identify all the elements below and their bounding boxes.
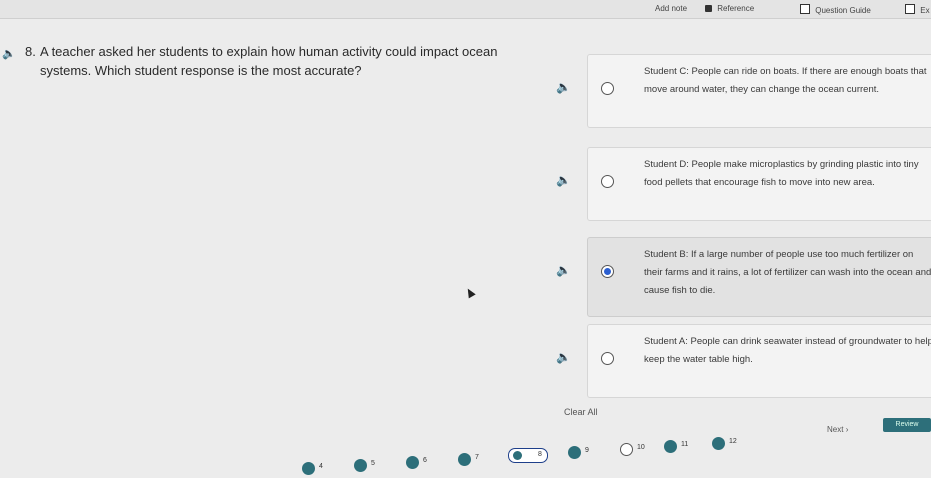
top-toolbar: Add note Reference Question Guide Ex	[0, 0, 931, 19]
answer-choice[interactable]: 🔈 Student A: People can drink seawater i…	[556, 324, 931, 398]
radio-button[interactable]	[601, 82, 614, 95]
speaker-icon[interactable]: 🔈	[556, 350, 571, 364]
nav-number: 5	[371, 460, 375, 467]
review-button[interactable]: Review	[883, 418, 931, 432]
nav-number: 11	[681, 441, 689, 448]
mouse-cursor-icon	[464, 286, 476, 299]
nav-number: 12	[729, 438, 737, 445]
reference-button[interactable]: Reference	[705, 4, 754, 13]
tb-item-label: Ex	[920, 6, 930, 15]
radio-button[interactable]	[601, 352, 614, 365]
tb-item-label: Add note	[655, 4, 688, 13]
question-nav-item[interactable]: 10	[620, 443, 650, 457]
nav-number: 7	[475, 454, 479, 461]
answer-choice[interactable]: 🔈 Student D: People make microplastics b…	[556, 147, 931, 221]
nav-status-icon	[508, 448, 548, 463]
nav-number: 4	[319, 463, 323, 470]
speaker-icon[interactable]: 🔈	[556, 263, 571, 277]
nav-status-icon	[712, 437, 725, 450]
nav-status-icon	[568, 446, 581, 459]
reference-icon	[705, 5, 712, 12]
choice-text: Student D: People make microplastics by …	[644, 159, 919, 188]
question-nav-item[interactable]: 12	[712, 437, 742, 451]
question-nav-item[interactable]: 9	[568, 446, 598, 460]
tb-item-label: Question Guide	[815, 6, 871, 15]
nav-status-icon	[664, 440, 677, 453]
answer-choice[interactable]: 🔈 Student C: People can ride on boats. I…	[556, 54, 931, 128]
question-guide-button[interactable]: Question Guide	[800, 4, 871, 15]
question-nav-item[interactable]: 6	[406, 456, 436, 470]
question-nav-item-current[interactable]: 8	[508, 448, 548, 463]
nav-number: 9	[585, 447, 589, 454]
speaker-icon[interactable]: 🔈	[2, 45, 16, 64]
question-nav-item[interactable]: 11	[664, 440, 694, 454]
nav-status-icon	[302, 462, 315, 475]
radio-button-selected[interactable]	[601, 265, 614, 278]
question-number: 8.	[25, 44, 36, 59]
speaker-icon[interactable]: 🔈	[556, 173, 571, 187]
choice-text: Student A: People can drink seawater ins…	[644, 336, 931, 365]
nav-status-icon	[458, 453, 471, 466]
checkbox-icon	[800, 4, 810, 14]
answer-choice-selected[interactable]: 🔈 Student B: If a large number of people…	[556, 237, 931, 317]
exit-icon	[905, 4, 915, 14]
nav-number: 8	[538, 451, 542, 458]
question-nav-item[interactable]: 5	[354, 459, 384, 473]
choice-text: Student C: People can ride on boats. If …	[644, 66, 927, 95]
question-nav-item[interactable]: 4	[302, 462, 332, 476]
nav-number: 6	[423, 457, 427, 464]
radio-button[interactable]	[601, 175, 614, 188]
chevron-right-icon: ›	[845, 425, 849, 434]
next-button[interactable]: Next ›	[827, 425, 848, 434]
choice-text: Student B: If a large number of people u…	[644, 249, 931, 296]
nav-status-icon	[354, 459, 367, 472]
tb-item-label: Reference	[717, 4, 755, 13]
question-nav-item[interactable]: 7	[458, 453, 488, 467]
next-label: Next	[827, 425, 844, 434]
exit-button[interactable]: Ex	[905, 4, 930, 15]
question-text: A teacher asked her students to explain …	[40, 44, 498, 78]
nav-number: 10	[637, 444, 645, 451]
nav-status-icon	[620, 443, 633, 456]
nav-status-icon	[406, 456, 419, 469]
add-note-button[interactable]: Add note	[655, 4, 687, 13]
clear-all-button[interactable]: Clear All	[564, 407, 598, 417]
speaker-icon[interactable]: 🔈	[556, 80, 571, 94]
radio-dot	[604, 268, 611, 275]
